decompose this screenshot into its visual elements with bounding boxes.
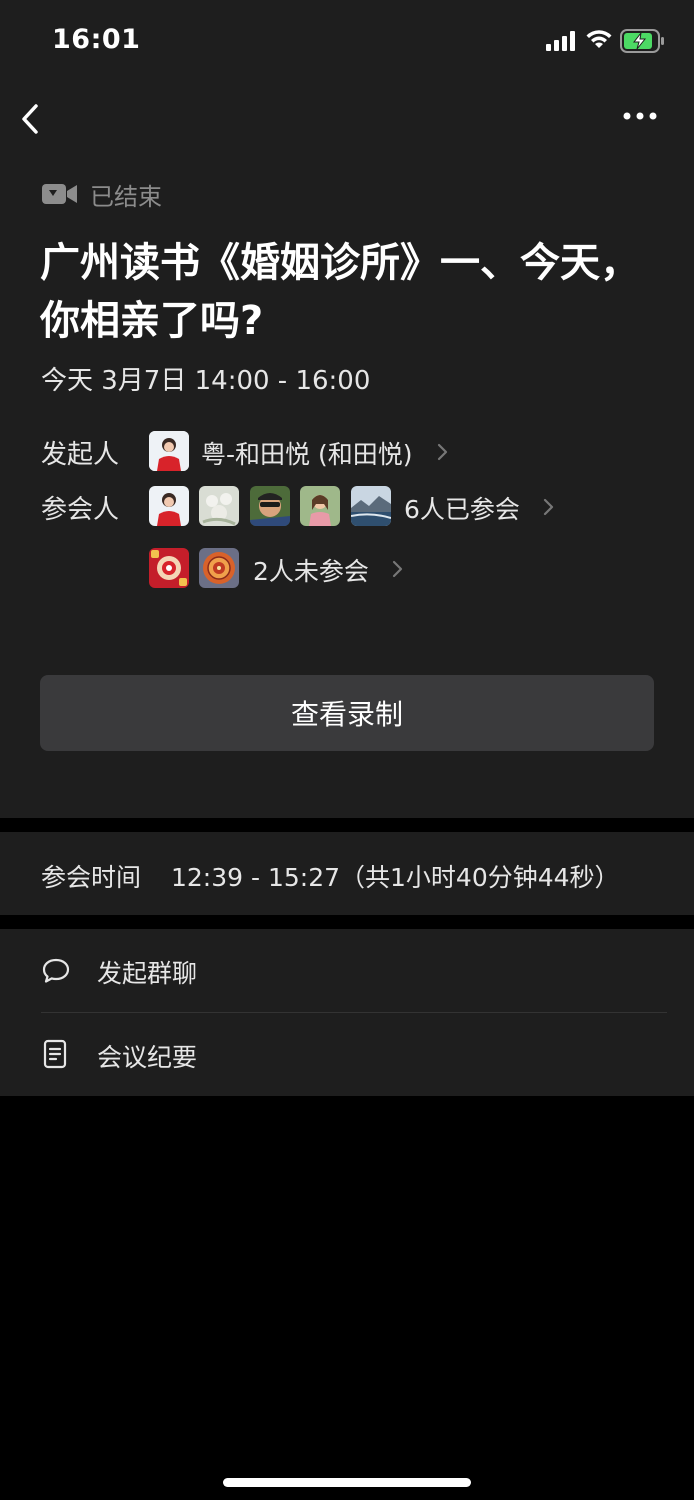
status-time: 16:01 — [52, 24, 141, 55]
status-label: 已结束 — [90, 182, 162, 211]
battery-icon — [620, 29, 664, 53]
start-group-chat-button[interactable]: 发起群聊 — [0, 929, 694, 1013]
wifi-icon — [586, 30, 612, 48]
meeting-status: 已结束 — [42, 176, 162, 212]
chevron-right-icon — [543, 498, 554, 516]
group-chat-label[interactable]: 发起群聊 — [97, 954, 197, 990]
actions-panel: 发起群聊 会议纪要 — [0, 929, 694, 1096]
view-recording-button[interactable]: 查看录制 — [40, 675, 654, 751]
participant-avatar[interactable] — [199, 548, 239, 588]
participant-avatar[interactable] — [250, 486, 290, 526]
meeting-minutes-label[interactable]: 会议纪要 — [97, 1038, 197, 1074]
host-name[interactable]: 粤-和田悦 (和田悦) — [201, 435, 412, 471]
attendance-panel: 参会时间 12:39 - 15:27（共1小时40分钟44秒） — [0, 832, 694, 915]
more-icon[interactable] — [622, 108, 658, 124]
participant-avatar[interactable] — [149, 548, 189, 588]
home-indicator[interactable] — [223, 1478, 471, 1487]
absent-count[interactable]: 2人未参会 — [253, 552, 369, 588]
meeting-time: 今天 3月7日 14:00 - 16:00 — [41, 366, 371, 396]
document-icon — [43, 1039, 67, 1069]
participant-avatar[interactable] — [351, 486, 391, 526]
chevron-right-icon — [437, 443, 448, 461]
video-camera-icon — [42, 184, 77, 204]
participant-avatar[interactable] — [300, 486, 340, 526]
meeting-title: 广州读书《婚姻诊所》一、今天，你相亲了吗? — [40, 240, 640, 344]
meeting-minutes-button[interactable]: 会议纪要 — [0, 1013, 694, 1096]
attendance-value: 12:39 - 15:27（共1小时40分钟44秒） — [171, 863, 620, 892]
host-label: 发起人 — [41, 440, 120, 470]
chevron-right-icon — [392, 560, 403, 578]
participant-avatar[interactable] — [199, 486, 239, 526]
back-icon[interactable] — [18, 102, 44, 136]
participant-avatar[interactable] — [149, 486, 189, 526]
host-avatar[interactable] — [149, 431, 189, 471]
attended-count[interactable]: 6人已参会 — [404, 490, 520, 526]
chat-bubble-icon — [42, 958, 70, 983]
signal-icon — [546, 31, 575, 51]
status-bar: 16:01 — [0, 0, 694, 84]
participants-label: 参会人 — [41, 495, 120, 525]
attendance-label: 参会时间 — [41, 863, 142, 892]
